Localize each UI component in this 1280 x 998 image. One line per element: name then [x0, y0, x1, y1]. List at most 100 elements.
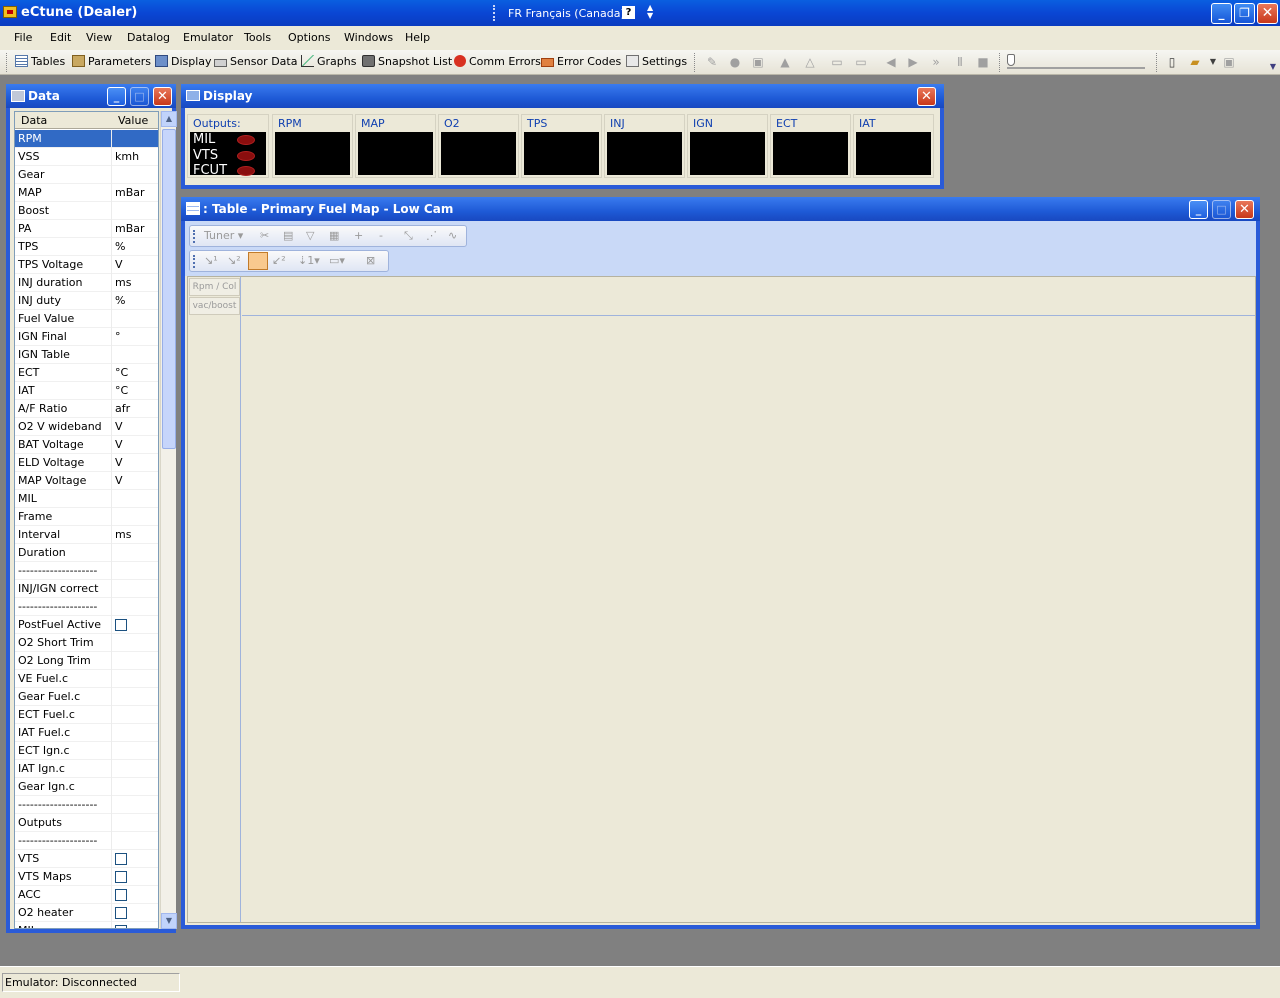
data-row-checkbox[interactable]: [115, 853, 127, 865]
data-row[interactable]: INJ duration ms: [15, 274, 158, 292]
data-panel-close-button[interactable]: ✕: [153, 87, 172, 106]
rpm-col-header[interactable]: Rpm / Col: [189, 278, 240, 296]
step-forward-icon[interactable]: ▶: [906, 55, 920, 69]
connect-icon[interactable]: ✎: [705, 55, 719, 69]
display-button[interactable]: Display: [155, 55, 212, 68]
data-row[interactable]: IGN Final °: [15, 328, 158, 346]
data-row[interactable]: VE Fuel.c: [15, 670, 158, 688]
slider-thumb[interactable]: [1007, 54, 1015, 66]
data-panel-title-bar[interactable]: Data _ □ ✕: [6, 84, 176, 108]
snapshot-list-button[interactable]: Snapshot List: [362, 55, 452, 68]
data-row[interactable]: O2 Long Trim: [15, 652, 158, 670]
data-row[interactable]: --------------------: [15, 832, 158, 850]
trace-two-icon[interactable]: ↘²: [227, 254, 241, 267]
data-row[interactable]: VTS: [15, 850, 158, 868]
close-button[interactable]: ✕: [1257, 3, 1278, 24]
data-row[interactable]: Fuel Value: [15, 310, 158, 328]
data-row[interactable]: INJ duty%: [15, 292, 158, 310]
filter-icon[interactable]: ▽: [306, 229, 314, 242]
data-row[interactable]: TPS%: [15, 238, 158, 256]
stop-icon[interactable]: ■: [976, 55, 990, 69]
menu-tools[interactable]: Tools: [244, 31, 271, 44]
trace-one-icon[interactable]: ↘¹: [204, 254, 218, 267]
data-row[interactable]: Boost: [15, 202, 158, 220]
data-column-header[interactable]: Data: [21, 114, 47, 127]
data-grid[interactable]: Data Value RPM VSS kmh Gear MAP mBar Boost PA mB…: [14, 111, 159, 929]
open-dropdown-icon[interactable]: ▼: [1206, 55, 1220, 69]
data-row[interactable]: MAP mBar: [15, 184, 158, 202]
data-row[interactable]: RPM: [15, 130, 158, 148]
marker-icon[interactable]: ▲: [778, 55, 792, 69]
open-log-icon[interactable]: ▭: [830, 55, 844, 69]
language-options-icon[interactable]: ▲ ▼: [647, 4, 653, 20]
data-row[interactable]: --------------------: [15, 598, 158, 616]
copy-icon[interactable]: ▤: [283, 229, 293, 242]
data-row[interactable]: IAT Fuel.c: [15, 724, 158, 742]
data-row[interactable]: MAP Voltage V: [15, 472, 158, 490]
data-panel-minimize-button[interactable]: _: [107, 87, 126, 106]
menu-view[interactable]: View: [86, 31, 112, 44]
decrease-icon[interactable]: -: [379, 229, 383, 242]
toolbar-grip[interactable]: [6, 53, 8, 72]
data-row[interactable]: ECT °C: [15, 364, 158, 382]
interpolate-icon[interactable]: ⤡: [404, 229, 413, 243]
clear-icon[interactable]: ⊠: [366, 254, 375, 267]
save-log-icon[interactable]: ▣: [751, 55, 765, 69]
data-row[interactable]: PA mBar: [15, 220, 158, 238]
data-row[interactable]: Gear Ign.c: [15, 778, 158, 796]
wave-icon[interactable]: ∿: [448, 229, 457, 242]
data-row[interactable]: IAT °C: [15, 382, 158, 400]
language-indicator[interactable]: FR Français (Canada): [508, 7, 625, 20]
data-row[interactable]: TPS Voltage V: [15, 256, 158, 274]
graphs-button[interactable]: Graphs: [301, 55, 356, 68]
data-row[interactable]: ECT Ign.c: [15, 742, 158, 760]
data-row[interactable]: --------------------: [15, 562, 158, 580]
data-row[interactable]: VTS Maps: [15, 868, 158, 886]
parameters-button[interactable]: Parameters: [72, 55, 151, 68]
data-row-checkbox[interactable]: [115, 871, 127, 883]
data-row[interactable]: INJ/IGN correct: [15, 580, 158, 598]
value-column-header[interactable]: Value: [118, 114, 148, 127]
data-row[interactable]: MIL: [15, 490, 158, 508]
data-row[interactable]: O2 Short Trim: [15, 634, 158, 652]
paste-icon[interactable]: ▦: [329, 229, 339, 242]
increase-icon[interactable]: +: [354, 229, 363, 242]
menu-help[interactable]: Help: [405, 31, 430, 44]
data-row[interactable]: --------------------: [15, 796, 158, 814]
tables-button[interactable]: Tables: [15, 55, 65, 68]
scroll-up-icon[interactable]: ▲: [161, 111, 177, 127]
fuel-map-grid[interactable]: Rpm / Col vac/boost: [187, 276, 1256, 923]
data-row[interactable]: O2 V wideband V: [15, 418, 158, 436]
table-panel-minimize-button[interactable]: _: [1189, 200, 1208, 219]
marker-outline-icon[interactable]: △: [803, 55, 817, 69]
menu-datalog[interactable]: Datalog: [127, 31, 170, 44]
data-row[interactable]: BAT Voltage V: [15, 436, 158, 454]
save-icon[interactable]: ▣: [1222, 55, 1236, 69]
data-row-checkbox[interactable]: [115, 925, 127, 928]
error-codes-button[interactable]: Error Codes: [541, 55, 621, 68]
record-icon[interactable]: ●: [728, 55, 742, 69]
menu-file[interactable]: File: [14, 31, 32, 44]
vac-boost-header[interactable]: vac/boost: [189, 297, 240, 315]
language-bar[interactable]: FR Français (Canada) ? ▲ ▼: [493, 3, 659, 23]
toolbar-grip[interactable]: [193, 230, 196, 243]
data-row[interactable]: O2 heater: [15, 904, 158, 922]
restore-button[interactable]: ❐: [1234, 3, 1255, 24]
data-panel-maximize-button[interactable]: □: [130, 87, 149, 106]
scroll-down-icon[interactable]: ▼: [161, 913, 177, 929]
data-row[interactable]: Gear Fuel.c: [15, 688, 158, 706]
table-panel-title-bar[interactable]: : Table - Primary Fuel Map - Low Cam _ □…: [181, 197, 1260, 221]
open-folder-icon[interactable]: ▰: [1188, 55, 1202, 69]
comm-errors-button[interactable]: Comm Errors: [454, 55, 541, 68]
settings-button[interactable]: Settings: [626, 55, 687, 68]
data-row[interactable]: ACC: [15, 886, 158, 904]
sensor-data-button[interactable]: Sensor Data: [214, 55, 297, 68]
data-row[interactable]: A/F Ratio afr: [15, 400, 158, 418]
menu-options[interactable]: Options: [288, 31, 330, 44]
fast-forward-icon[interactable]: »: [929, 55, 943, 69]
data-row[interactable]: Interval ms: [15, 526, 158, 544]
datalog-position-slider[interactable]: [1007, 55, 1145, 69]
trace-cursor-icon[interactable]: ↙²: [272, 254, 286, 267]
data-row[interactable]: IGN Table: [15, 346, 158, 364]
data-row[interactable]: Duration: [15, 544, 158, 562]
